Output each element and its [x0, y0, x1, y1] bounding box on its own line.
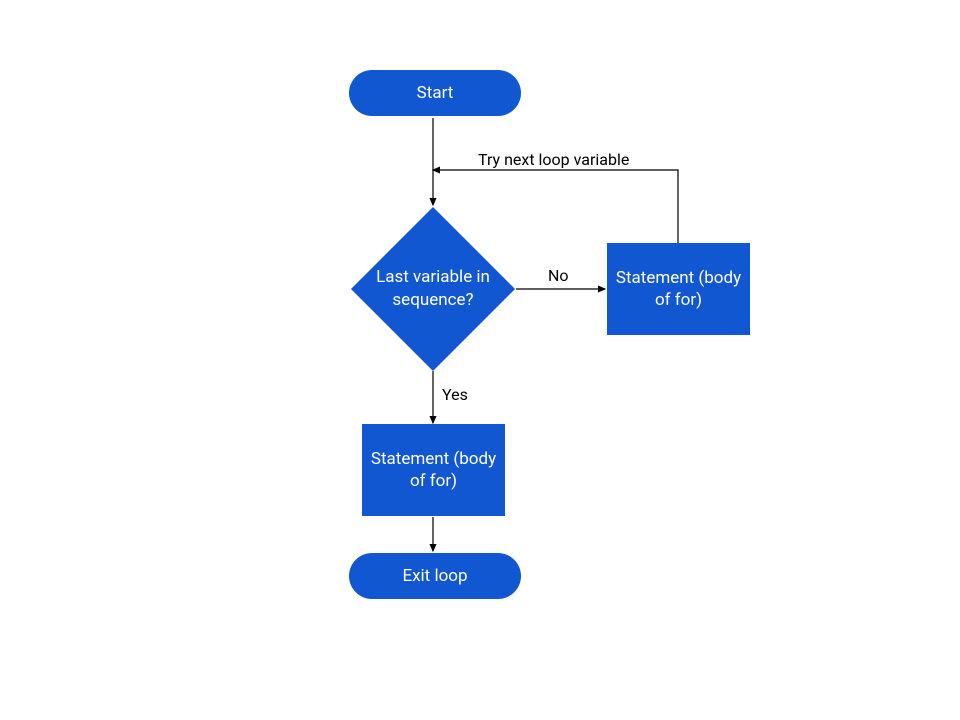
- edge-label-loop: Try next loop variable: [476, 150, 631, 169]
- body-yes-label: Statement (body of for): [370, 448, 497, 492]
- edge-label-yes: Yes: [440, 385, 470, 404]
- body-no-node: Statement (body of for): [607, 243, 750, 335]
- edge-label-no: No: [546, 266, 571, 285]
- start-node: Start: [349, 70, 521, 116]
- exit-label: Exit loop: [402, 565, 467, 587]
- decision-node: Last variable in sequence?: [375, 231, 491, 347]
- start-label: Start: [417, 82, 454, 104]
- decision-label: Last variable in sequence?: [352, 266, 514, 312]
- body-no-label: Statement (body of for): [615, 267, 742, 311]
- body-yes-node: Statement (body of for): [362, 424, 505, 516]
- exit-node: Exit loop: [349, 553, 521, 599]
